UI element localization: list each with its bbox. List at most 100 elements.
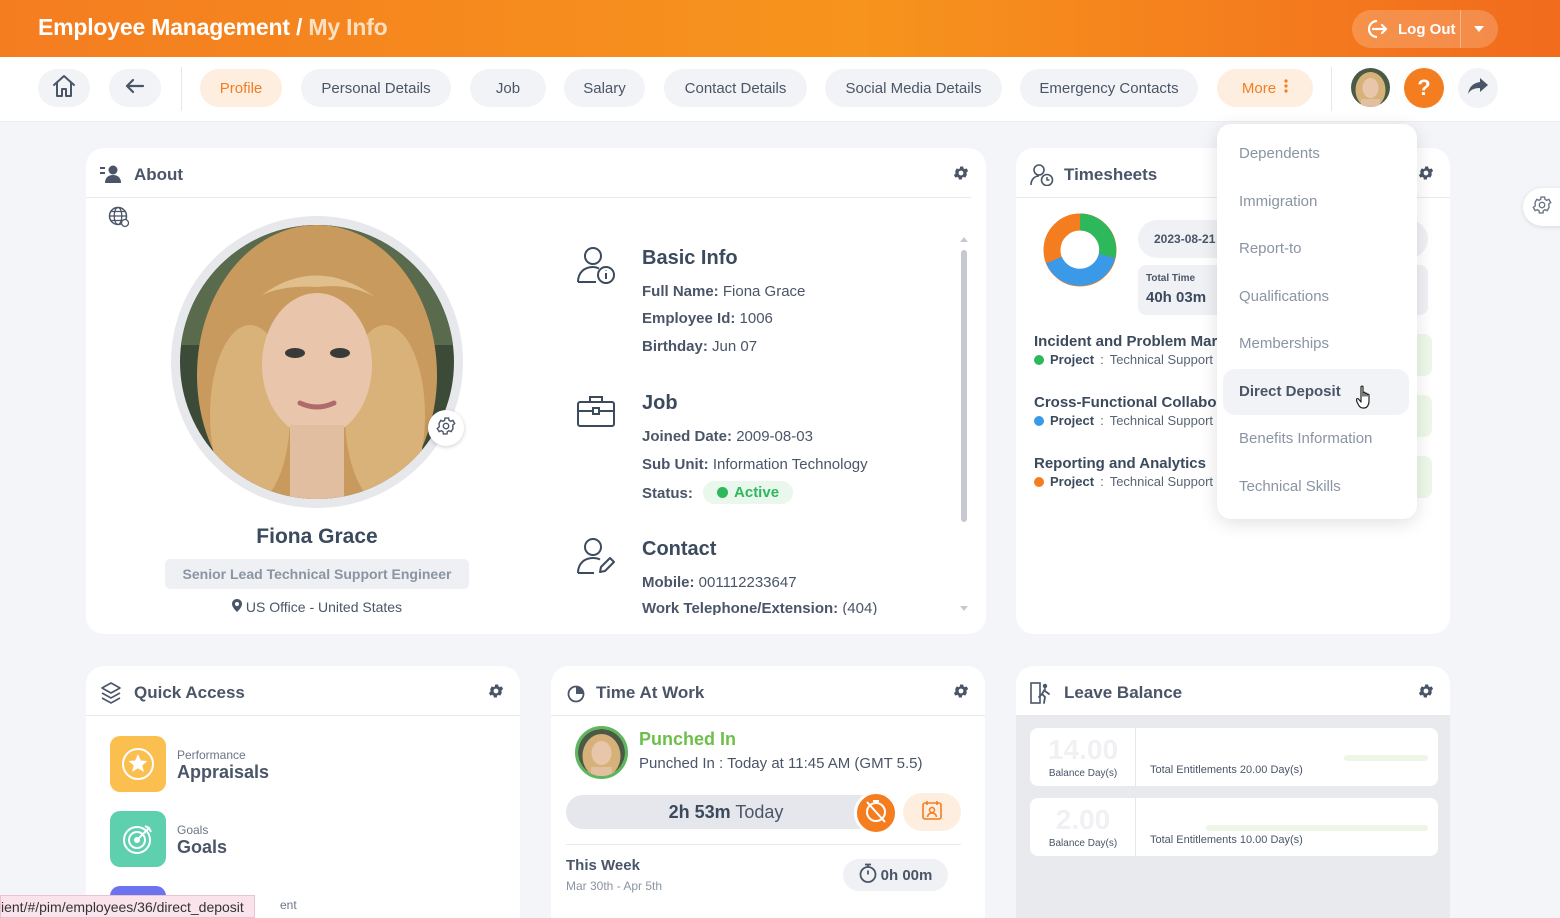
user-edit-icon: [576, 537, 616, 580]
leave-balance-header: Leave Balance: [1016, 666, 1450, 716]
user-clock-icon: [1030, 164, 1054, 191]
quick-access-category: Performance: [177, 748, 246, 762]
entitlement-bar: [1206, 825, 1428, 831]
quick-access-header: Quick Access: [86, 666, 520, 716]
balance-value: 14.00: [1047, 734, 1119, 765]
clock-pie-icon: [567, 685, 585, 708]
arrow-left-icon: [125, 78, 145, 99]
project-value: Technical Support: [1109, 352, 1214, 367]
mobile-label: Mobile:: [642, 574, 695, 591]
help-button[interactable]: ?: [1404, 68, 1444, 108]
about-card: About Fiona Grace Senior Lead Technical …: [86, 148, 986, 634]
globe-icon[interactable]: [108, 206, 130, 233]
gear-icon: [1531, 194, 1553, 221]
employee-id-label: Employee Id:: [642, 310, 736, 327]
person-list-icon: [100, 164, 122, 189]
target-icon: [110, 811, 166, 867]
quick-access-appraisals[interactable]: Performance Appraisals: [110, 736, 410, 794]
project-label: Project: [1050, 413, 1095, 428]
sub-unit-row: Sub Unit: Information Technology: [642, 456, 868, 473]
menu-item-benefits-information[interactable]: Benefits Information: [1223, 416, 1409, 462]
tab-social-media-details[interactable]: Social Media Details: [825, 69, 1002, 107]
side-settings-button[interactable]: [1523, 188, 1560, 226]
share-button[interactable]: [1458, 68, 1498, 108]
menu-item-dependents[interactable]: Dependents: [1223, 131, 1409, 177]
tab-more[interactable]: More: [1217, 69, 1313, 107]
leave-balance-cell: 2.00 Balance Day(s): [1030, 798, 1136, 856]
today-hours-value: 2h 53m: [668, 802, 731, 822]
more-dropdown-menu: Dependents Immigration Report-to Qualifi…: [1217, 124, 1417, 519]
scroll-up-icon[interactable]: [960, 236, 968, 242]
menu-item-report-to[interactable]: Report-to: [1223, 226, 1409, 272]
time-at-work-card: Time At Work Punched In Punched In : Tod…: [551, 666, 985, 918]
project-dot: [1034, 415, 1044, 426]
stopwatch-off-icon: [863, 798, 889, 829]
quick-access-label: Appraisals: [177, 762, 270, 782]
hand-cursor-icon: [1355, 385, 1374, 414]
menu-item-qualifications[interactable]: Qualifications: [1223, 274, 1409, 320]
leave-balance-panel: 14.00 Balance Day(s) Total Entitlements …: [1016, 716, 1450, 918]
home-button[interactable]: [38, 69, 90, 107]
punch-out-button[interactable]: [854, 791, 898, 835]
menu-item-immigration[interactable]: Immigration: [1223, 179, 1409, 225]
user-avatar[interactable]: [1351, 68, 1390, 107]
project-value: Technical Support: [1109, 413, 1214, 428]
logout-icon: [1364, 18, 1388, 40]
menu-item-memberships[interactable]: Memberships: [1223, 321, 1409, 367]
leave-balance-cell: 14.00 Balance Day(s): [1030, 728, 1136, 786]
time-at-work-title: Time At Work: [596, 683, 705, 702]
top-header: Employee Management / My Info Log Out: [0, 0, 1560, 57]
punch-detail: Punched In : Today at 11:45 AM (GMT 5.5): [639, 755, 923, 772]
tab-profile[interactable]: Profile: [200, 69, 282, 107]
leave-balance-row[interactable]: 2.00 Balance Day(s) Total Entitlements 1…: [1030, 798, 1438, 856]
attendance-calendar-button[interactable]: [903, 793, 961, 831]
module-title: Employee Management /: [38, 14, 303, 40]
tab-job[interactable]: Job: [470, 69, 546, 107]
scroll-down-icon[interactable]: [960, 606, 968, 612]
about-info-panel[interactable]: Basic Info Full Name: Fiona Grace Employ…: [561, 233, 956, 615]
employee-location: US Office - United States: [86, 599, 548, 615]
work-telephone-label: Work Telephone/Extension:: [642, 600, 839, 615]
gear-icon[interactable]: [1417, 682, 1435, 700]
divider: [566, 844, 961, 845]
chevron-down-icon[interactable]: [1472, 23, 1486, 35]
timesheet-donut-chart: [1042, 212, 1118, 293]
birthday-value: Jun 07: [712, 338, 758, 355]
about-scrollbar[interactable]: [959, 236, 969, 614]
gear-icon[interactable]: [952, 682, 970, 700]
home-icon: [51, 74, 77, 103]
quick-access-goals[interactable]: Goals Goals: [110, 811, 410, 869]
calendar-user-icon: [921, 799, 943, 826]
logout-button[interactable]: Log Out: [1352, 10, 1498, 48]
tab-emergency-contacts[interactable]: Emergency Contacts: [1020, 69, 1198, 107]
walking-exit-icon: [1030, 682, 1052, 709]
tab-contact-details[interactable]: Contact Details: [664, 69, 807, 107]
leave-balance-row[interactable]: 14.00 Balance Day(s) Total Entitlements …: [1030, 728, 1438, 786]
mobile-value: 001112233647: [698, 574, 797, 591]
back-button[interactable]: [109, 69, 161, 107]
star-icon: [110, 736, 166, 792]
employee-role-badge: Senior Lead Technical Support Engineer: [165, 559, 469, 589]
status-label: Status:: [642, 485, 693, 502]
full-name-value: Fiona Grace: [722, 283, 806, 300]
menu-item-direct-deposit[interactable]: Direct Deposit: [1223, 369, 1409, 415]
gear-icon[interactable]: [487, 682, 505, 700]
browser-status-bar: ient/#/pim/employees/36/direct_deposit: [0, 895, 255, 918]
menu-item-technical-skills[interactable]: Technical Skills: [1223, 464, 1409, 510]
birthday-label: Birthday:: [642, 338, 708, 355]
today-label: Today: [735, 802, 784, 822]
gear-icon[interactable]: [952, 164, 970, 182]
tab-more-label: More: [1241, 79, 1277, 97]
job-section: Job Joined Date: 2009-08-03 Sub Unit: In…: [561, 390, 956, 520]
tab-salary[interactable]: Salary: [564, 69, 645, 107]
sub-unit-value: Information Technology: [712, 456, 868, 473]
location-text: US Office - United States: [245, 599, 403, 615]
scrollbar-thumb[interactable]: [961, 250, 967, 522]
quick-access-card: Quick Access Performance Appraisals Goal…: [86, 666, 520, 918]
status-badge: Active: [703, 481, 794, 504]
profile-photo[interactable]: [180, 225, 454, 499]
tab-personal-details[interactable]: Personal Details: [301, 69, 451, 107]
photo-settings-button[interactable]: [428, 410, 464, 446]
gear-icon[interactable]: [1417, 164, 1435, 182]
balance-value: 2.00: [1055, 804, 1111, 835]
